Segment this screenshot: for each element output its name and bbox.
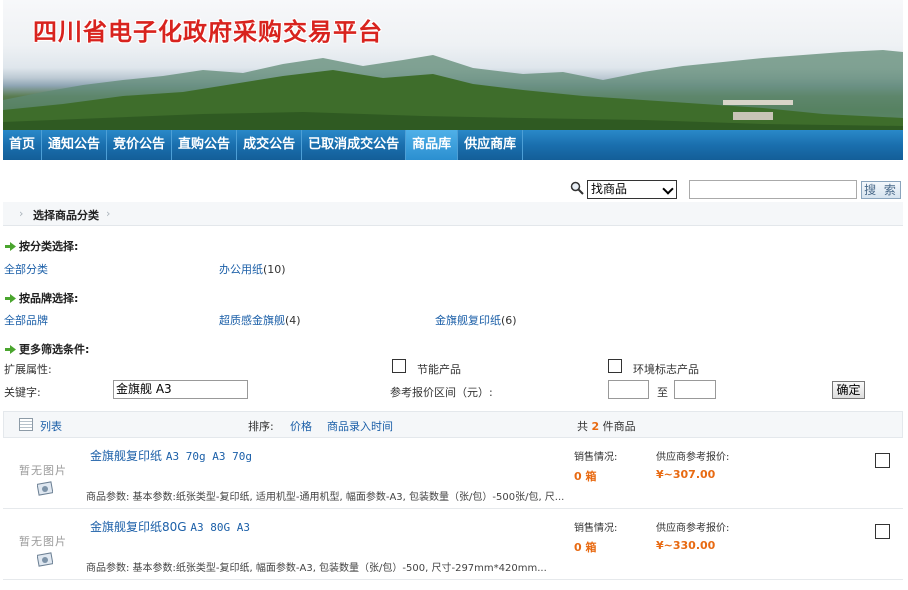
list-view-icon[interactable]	[19, 418, 33, 431]
photo-icon	[37, 552, 53, 567]
nav-item-cancelled-deals[interactable]: 已取消成交公告	[302, 130, 407, 160]
green-arrow-icon	[5, 344, 16, 354]
more-filters-heading: 更多筛选条件:	[5, 341, 89, 357]
product-params: 商品参数: 基本参数:纸张类型-复印纸, 适用机型-通用机型, 幅面参数-A3,…	[86, 492, 565, 503]
main-nav: 首页 通知公告 竞价公告 直购公告 成交公告 已取消成交公告 商品库 供应商库	[3, 130, 903, 160]
green-arrow-icon	[5, 293, 16, 303]
nav-item-supplier-library[interactable]: 供应商库	[458, 130, 524, 160]
price-range-label: 参考报价区间（元）:	[390, 386, 493, 399]
search-type-select[interactable]: 找商品	[587, 180, 677, 199]
all-categories-link[interactable]: 全部分类	[4, 261, 48, 277]
keyword-input[interactable]: 金旗舰 A3	[113, 380, 248, 399]
product-title-link[interactable]: 金旗舰复印纸80G A3 80G A3	[90, 518, 250, 535]
header-banner: 四川省电子化政府采购交易平台	[3, 0, 903, 130]
search-input[interactable]	[689, 180, 857, 199]
price-max-input[interactable]	[674, 380, 716, 399]
product-select-checkbox[interactable]	[875, 524, 890, 539]
chevron-right-icon: ›	[106, 207, 111, 220]
price-label: 供应商参考报价:	[656, 452, 730, 463]
product-image-placeholder: 暂无图片	[17, 528, 71, 573]
breadcrumb: › 选择商品分类 ›	[3, 202, 903, 226]
sales-label: 销售情况:	[574, 452, 618, 463]
breadcrumb-label: 选择商品分类	[33, 209, 99, 222]
product-params: 商品参数: 基本参数:纸张类型-复印纸, 幅面参数-A3, 包装数量（张/包）-…	[86, 563, 547, 574]
product-select-checkbox[interactable]	[875, 453, 890, 468]
energy-saving-checkbox[interactable]	[392, 359, 406, 373]
sales-value: 0 箱	[574, 541, 597, 554]
sales-label: 销售情况:	[574, 523, 618, 534]
nav-item-product-library[interactable]: 商品库	[406, 130, 459, 160]
energy-saving-label: 节能产品	[417, 363, 461, 376]
product-row: 暂无图片 金旗舰复印纸80G A3 80G A3 商品参数: 基本参数:纸张类型…	[3, 510, 903, 580]
eco-label-checkbox[interactable]	[608, 359, 622, 373]
price-to-label: 至	[657, 386, 668, 399]
product-row: 暂无图片 金旗舰复印纸 A3 70g A3 70g 商品参数: 基本参数:纸张类…	[3, 439, 903, 509]
price-min-input[interactable]	[608, 380, 649, 399]
nav-item-notices[interactable]: 通知公告	[42, 130, 108, 160]
chevron-down-icon	[662, 183, 674, 195]
product-image-placeholder: 暂无图片	[17, 457, 71, 502]
brand-filter-heading: 按品牌选择:	[5, 290, 78, 306]
brand-link-2[interactable]: 金旗舰复印纸(6)	[435, 312, 517, 328]
results-toolbar: 列表 排序: 价格 商品录入时间 共 2 件商品	[3, 411, 903, 438]
list-view-link[interactable]: 列表	[40, 418, 62, 434]
sales-value: 0 箱	[574, 470, 597, 483]
category-link-office-paper[interactable]: 办公用纸(10)	[219, 261, 286, 277]
keyword-label: 关键字:	[4, 386, 41, 399]
product-title-link[interactable]: 金旗舰复印纸 A3 70g A3 70g	[90, 447, 252, 464]
nav-item-bidding[interactable]: 竞价公告	[107, 130, 173, 160]
site-title: 四川省电子化政府采购交易平台	[33, 17, 383, 46]
confirm-button[interactable]: 确定	[832, 381, 865, 399]
sort-label: 排序:	[248, 420, 274, 433]
green-arrow-icon	[5, 241, 16, 251]
brand-link-1[interactable]: 超质感金旗舰(4)	[219, 312, 301, 328]
total-count: 共 2 件商品	[577, 420, 636, 433]
eco-label-text: 环境标志产品	[633, 363, 699, 376]
sort-by-price-link[interactable]: 价格	[290, 418, 312, 434]
price-value: ¥~330.00	[656, 539, 716, 552]
price-label: 供应商参考报价:	[656, 523, 730, 534]
search-icon	[570, 181, 584, 195]
all-brands-link[interactable]: 全部品牌	[4, 312, 48, 328]
chevron-right-icon: ›	[19, 207, 24, 220]
search-button[interactable]: 搜 索	[861, 181, 901, 199]
price-value: ¥~307.00	[656, 468, 716, 481]
category-filter-heading: 按分类选择:	[5, 238, 78, 254]
search-type-value: 找商品	[591, 182, 628, 196]
nav-item-direct-purchase[interactable]: 直购公告	[172, 130, 238, 160]
ext-attr-label: 扩展属性:	[4, 363, 52, 376]
nav-item-home[interactable]: 首页	[3, 130, 43, 160]
photo-icon	[37, 481, 53, 496]
sort-by-time-link[interactable]: 商品录入时间	[327, 418, 393, 434]
nav-item-deals[interactable]: 成交公告	[237, 130, 303, 160]
